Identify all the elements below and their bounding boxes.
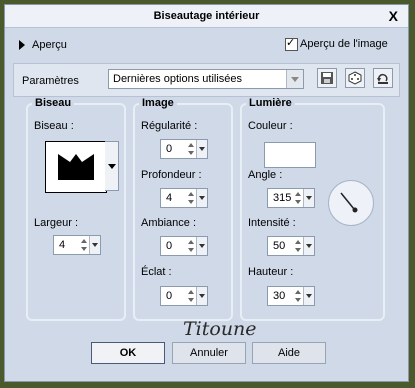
depth-spinner[interactable]: 4	[160, 188, 208, 208]
presets-label: Paramètres	[22, 75, 79, 87]
presets-row: Paramètres Dernières options utilisées	[13, 63, 400, 97]
bevel-dialog: Biseautage intérieur X Aperçu ✓ Aperçu d…	[4, 4, 409, 382]
image-group-title: Image	[139, 97, 177, 109]
dice-icon	[348, 71, 362, 85]
shine-value[interactable]: 0	[166, 290, 172, 302]
width-dropdown-icon[interactable]	[89, 236, 100, 254]
elevation-dropdown-icon[interactable]	[303, 287, 314, 305]
smoothness-updown-icon[interactable]	[187, 141, 196, 157]
help-button[interactable]: Aide	[252, 342, 326, 364]
watermark-signature: Titoune	[183, 318, 257, 340]
depth-dropdown-icon[interactable]	[196, 189, 207, 207]
dialog-title: Biseautage intérieur	[153, 10, 260, 22]
angle-dial[interactable]	[328, 180, 374, 226]
bevel-group-title: Biseau	[32, 97, 75, 109]
save-icon	[321, 72, 333, 84]
shine-label: Éclat :	[141, 266, 172, 278]
ambience-dropdown-icon[interactable]	[196, 237, 207, 255]
ambience-spinner[interactable]: 0	[160, 236, 208, 256]
color-label: Couleur :	[248, 120, 293, 132]
elevation-spinner[interactable]: 30	[267, 286, 315, 306]
reset-button[interactable]	[373, 68, 393, 88]
save-preset-button[interactable]	[317, 68, 337, 88]
ambience-updown-icon[interactable]	[187, 238, 196, 254]
bevel-shape-preview[interactable]	[45, 141, 107, 193]
angle-dropdown-icon[interactable]	[303, 189, 314, 207]
angle-label: Angle :	[248, 169, 283, 181]
image-group: Image Régularité : 0 Profondeur : 4 Ambi…	[133, 97, 233, 321]
preview-checkbox[interactable]: ✓	[285, 37, 298, 51]
ambience-value[interactable]: 0	[166, 240, 172, 252]
elevation-label: Hauteur :	[248, 266, 294, 278]
bevel-shape-icon	[58, 154, 94, 180]
checkmark-icon: ✓	[286, 37, 296, 49]
ambience-label: Ambiance :	[141, 217, 197, 229]
title-bar: Biseautage intérieur X	[5, 5, 408, 28]
angle-spinner[interactable]: 315	[267, 188, 315, 208]
preview-row: Aperçu ✓ Aperçu de l'image	[5, 31, 408, 59]
reset-icon	[377, 73, 388, 84]
light-group: Lumière Couleur : Angle : 315 Intensité …	[240, 97, 385, 321]
width-label: Largeur :	[34, 217, 79, 229]
intensity-value[interactable]: 50	[273, 240, 285, 252]
bevel-shape-dropdown[interactable]	[105, 141, 119, 191]
preview-checkbox-label[interactable]: Aperçu de l'image	[300, 38, 388, 50]
intensity-spinner[interactable]: 50	[267, 236, 315, 256]
angle-needle-icon	[340, 192, 358, 213]
depth-value[interactable]: 4	[166, 192, 172, 204]
presets-dropdown[interactable]: Dernières options utilisées	[108, 69, 304, 89]
smoothness-dropdown-icon[interactable]	[196, 140, 207, 158]
presets-value: Dernières options utilisées	[113, 73, 243, 85]
elevation-value[interactable]: 30	[273, 290, 285, 302]
smoothness-value[interactable]: 0	[166, 143, 172, 155]
expand-arrow-icon[interactable]	[19, 40, 25, 50]
bevel-shape-label: Biseau :	[34, 120, 74, 132]
bevel-group: Biseau Biseau : Largeur : 4	[26, 97, 126, 321]
preview-toggle-label[interactable]: Aperçu	[32, 39, 67, 51]
dropdown-arrow-icon[interactable]	[286, 70, 303, 88]
width-updown-icon[interactable]	[80, 237, 89, 253]
intensity-label: Intensité :	[248, 217, 296, 229]
smoothness-spinner[interactable]: 0	[160, 139, 208, 159]
intensity-dropdown-icon[interactable]	[303, 237, 314, 255]
shine-dropdown-icon[interactable]	[196, 287, 207, 305]
depth-updown-icon[interactable]	[187, 190, 196, 206]
randomize-button[interactable]	[345, 68, 365, 88]
depth-label: Profondeur :	[141, 169, 202, 181]
angle-updown-icon[interactable]	[294, 190, 303, 206]
width-spinner[interactable]: 4	[53, 235, 101, 255]
width-value[interactable]: 4	[59, 239, 65, 251]
smoothness-label: Régularité :	[141, 120, 198, 132]
light-color-swatch[interactable]	[264, 142, 316, 168]
cancel-button[interactable]: Annuler	[172, 342, 246, 364]
close-button[interactable]: X	[389, 8, 398, 24]
shine-updown-icon[interactable]	[187, 288, 196, 304]
shine-spinner[interactable]: 0	[160, 286, 208, 306]
light-group-title: Lumière	[246, 97, 295, 109]
ok-button[interactable]: OK	[91, 342, 165, 364]
elevation-updown-icon[interactable]	[294, 288, 303, 304]
angle-value[interactable]: 315	[273, 192, 291, 204]
intensity-updown-icon[interactable]	[294, 238, 303, 254]
